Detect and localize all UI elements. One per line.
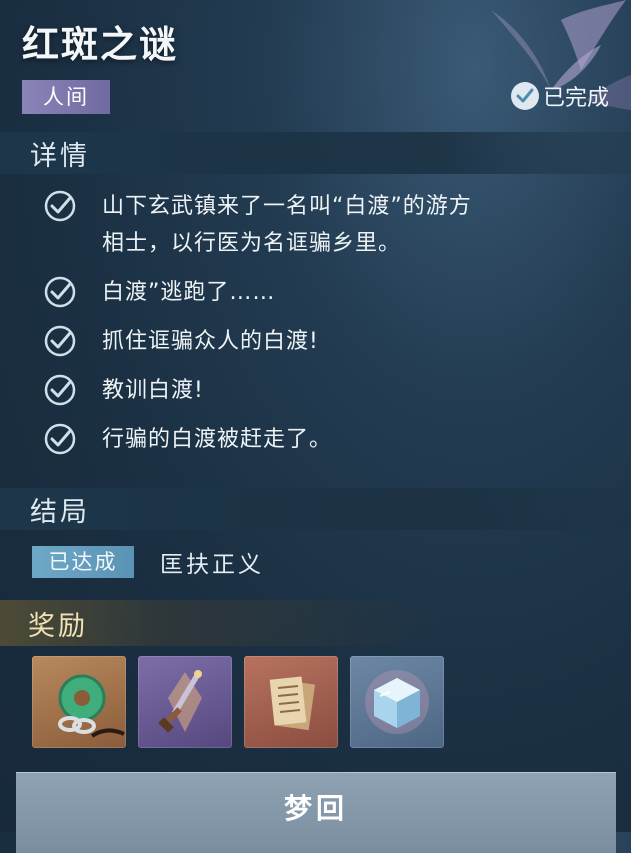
ending-section-title: 结局 bbox=[30, 497, 90, 528]
ending-achieved-badge: 已达成 bbox=[32, 546, 134, 578]
ending-name: 匡扶正义 bbox=[160, 552, 264, 578]
reward-item[interactable] bbox=[244, 656, 338, 748]
crystal-cube-icon bbox=[365, 670, 429, 734]
task-text-line: 相士，以行医为名诓骗乡里。 bbox=[102, 231, 402, 256]
scroll-book-icon bbox=[269, 676, 316, 731]
reward-item[interactable] bbox=[138, 656, 232, 748]
task-check-icon bbox=[44, 190, 76, 222]
reward-item[interactable] bbox=[350, 656, 444, 748]
task-check-icon bbox=[44, 325, 76, 357]
task-text: 抓住诓骗众人的白渡! bbox=[102, 329, 319, 354]
completed-check-icon bbox=[510, 82, 539, 110]
details-section-title: 详情 bbox=[30, 141, 90, 172]
reward-items bbox=[32, 656, 444, 748]
task-text: 山下玄武镇来了一名叫“白渡”的游方 相士，以行医为名诓骗乡里。 bbox=[102, 188, 472, 262]
dagger-icon bbox=[158, 670, 202, 733]
jade-pendant-icon bbox=[58, 674, 125, 738]
completion-status: 已完成 bbox=[510, 80, 609, 112]
task-check-icon bbox=[44, 374, 76, 406]
task-item: 教训白渡! bbox=[42, 372, 612, 409]
task-item: 白渡”逃跑了…… bbox=[42, 274, 612, 311]
task-text: 教训白渡! bbox=[102, 378, 204, 403]
ending-section-bar bbox=[0, 488, 631, 530]
task-item: 山下玄武镇来了一名叫“白渡”的游方 相士，以行医为名诓骗乡里。 bbox=[42, 188, 612, 262]
quest-title: 红斑之谜 bbox=[22, 23, 178, 66]
task-list: 山下玄武镇来了一名叫“白渡”的游方 相士，以行医为名诓骗乡里。 白渡”逃跑了……… bbox=[42, 188, 612, 470]
task-item: 行骗的白渡被赶走了。 bbox=[42, 421, 612, 458]
task-text: 白渡”逃跑了…… bbox=[102, 280, 276, 305]
task-text: 行骗的白渡被赶走了。 bbox=[102, 427, 333, 452]
dream-return-button[interactable]: 梦回 bbox=[16, 772, 616, 853]
task-item: 抓住诓骗众人的白渡! bbox=[42, 323, 612, 360]
task-check-icon bbox=[44, 276, 76, 308]
reward-item[interactable] bbox=[32, 656, 126, 748]
task-check-icon bbox=[44, 423, 76, 455]
rewards-section-bar bbox=[0, 600, 631, 646]
task-text-line: 山下玄武镇来了一名叫“白渡”的游方 bbox=[102, 194, 472, 219]
realm-tag: 人间 bbox=[22, 80, 110, 114]
details-section-bar bbox=[0, 132, 631, 174]
rewards-section-title: 奖励 bbox=[28, 611, 88, 642]
completion-status-label: 已完成 bbox=[542, 86, 609, 111]
dream-return-button-label: 梦回 bbox=[283, 792, 348, 825]
